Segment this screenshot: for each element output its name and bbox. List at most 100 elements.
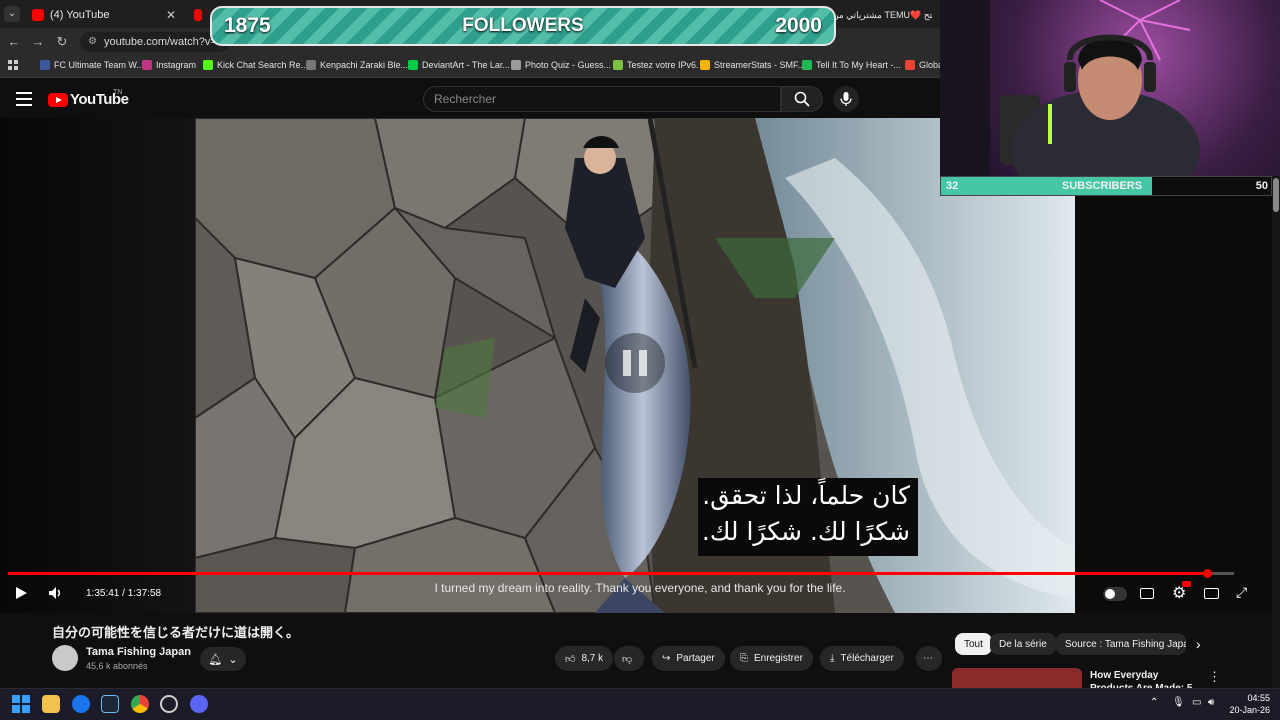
bookmark-label: Instagram xyxy=(156,60,197,70)
play-button[interactable] xyxy=(14,586,28,603)
tray-volume-icon[interactable]: 🔊︎ xyxy=(1208,697,1214,708)
apps-grid-icon[interactable] xyxy=(8,60,18,70)
microphone-icon xyxy=(840,92,852,106)
site-info-icon[interactable]: ⚙ xyxy=(88,36,97,47)
page-scrollbar[interactable] xyxy=(1272,176,1280,688)
followers-goal-overlay: 1875 FOLLOWERS 2000 xyxy=(210,6,836,46)
bookmark-item[interactable]: DeviantArt - The Lar... xyxy=(408,60,510,70)
forward-icon[interactable]: → xyxy=(30,34,46,49)
tray-chevron-up-icon[interactable]: ⌃ xyxy=(1150,697,1158,708)
bookmark-item[interactable]: FC Ultimate Team W... xyxy=(40,60,144,70)
back-icon[interactable]: ← xyxy=(6,34,22,49)
chip-series[interactable]: De la série xyxy=(990,633,1056,655)
chip-source[interactable]: Source : Tama Fishing Japan xyxy=(1056,633,1186,655)
more-actions-button[interactable]: ⋯ xyxy=(916,646,942,671)
bookmark-favicon-icon xyxy=(905,60,915,70)
windows-start-icon[interactable] xyxy=(12,695,30,713)
save-button[interactable]: ⎘ Enregistrer xyxy=(730,646,813,671)
bookmark-favicon-icon xyxy=(511,60,521,70)
tab-youtube-2[interactable] xyxy=(186,4,210,26)
outlook-icon[interactable] xyxy=(72,695,90,713)
autoplay-pause-icon xyxy=(1105,589,1115,599)
bookmark-favicon-icon xyxy=(40,60,50,70)
tab-search-icon[interactable]: ⌄ xyxy=(4,6,20,22)
channel-avatar[interactable] xyxy=(52,645,78,671)
subtitle-arabic-line1: كان حلماً، لذا تحقق. xyxy=(702,481,910,510)
reload-icon[interactable]: ↻ xyxy=(54,34,70,50)
chip-all[interactable]: Tout xyxy=(955,633,992,655)
tab-youtube[interactable]: (4) YouTube ✕ xyxy=(24,4,184,26)
chips-next-icon[interactable]: › xyxy=(1196,636,1201,652)
bookmark-label: FC Ultimate Team W... xyxy=(54,60,144,70)
bookmark-item[interactable]: StreamerStats - SMF... xyxy=(700,60,805,70)
share-button[interactable]: ↪ Partager xyxy=(652,646,725,671)
subtitle-arabic-line2: شكرًا لك. شكرًا لك. xyxy=(701,517,910,546)
tab-label: مشترياتي من TEMU❤️ فتح... xyxy=(832,9,932,20)
page-scrollbar-thumb[interactable] xyxy=(1273,178,1279,212)
webcam-image xyxy=(940,0,1200,176)
chevron-down-icon: ⌄ xyxy=(228,653,238,666)
bookmark-favicon-icon xyxy=(203,60,213,70)
download-icon: ⤓ xyxy=(830,653,835,664)
progress-scrubber-handle[interactable] xyxy=(1203,569,1213,578)
bookmark-item[interactable]: Testez votre IPv6. xyxy=(613,60,699,70)
bookmark-item[interactable]: Instagram xyxy=(142,60,196,70)
clock-date: 20-Jan-26 xyxy=(1229,705,1270,715)
volume-button[interactable] xyxy=(48,586,64,603)
autoplay-toggle[interactable] xyxy=(1103,587,1127,601)
tray-mic-icon[interactable]: 🎙︎ xyxy=(1172,697,1185,708)
chrome-icon[interactable] xyxy=(131,695,149,713)
followers-goal: 2000 xyxy=(775,14,822,37)
followers-current: 1875 xyxy=(224,14,271,37)
fullscreen-icon[interactable]: ⤢ xyxy=(1236,584,1247,601)
steam-icon[interactable] xyxy=(101,695,119,713)
voice-search-button[interactable] xyxy=(833,86,859,112)
share-label: Partager xyxy=(676,653,715,664)
bookmark-label: DeviantArt - The Lar... xyxy=(422,60,510,70)
subscribers-goal-text: 32 SUBSCRIBERS 50 xyxy=(940,176,1272,196)
subtitles-icon[interactable] xyxy=(1140,588,1154,599)
search-placeholder: Rechercher xyxy=(434,92,497,106)
bookmark-favicon-icon xyxy=(700,60,710,70)
search-icon xyxy=(794,91,810,107)
time-display: 1:35:41 / 1:37:58 xyxy=(86,588,162,599)
bookmark-item[interactable]: Tell It To My Heart -... xyxy=(802,60,901,70)
bookmark-favicon-icon xyxy=(613,60,623,70)
subscribers-goal: 50 xyxy=(1255,180,1268,192)
channel-name[interactable]: Tama Fishing Japan xyxy=(86,646,191,658)
like-button[interactable]: 👍︎ 8,7 k xyxy=(555,646,614,671)
notification-bell-button[interactable]: 🔔︎ ⌄ xyxy=(200,647,246,671)
menu-icon[interactable] xyxy=(16,92,32,106)
recommended-more-icon[interactable]: ⋮ xyxy=(1208,669,1221,685)
obs-icon[interactable] xyxy=(160,695,178,713)
download-button[interactable]: ⤓ Télécharger xyxy=(820,646,904,671)
youtube-logo-icon[interactable] xyxy=(48,93,68,107)
recommended-title[interactable]: How Everyday Products Are Made: 5 Incred… xyxy=(1090,669,1200,689)
bookmark-item[interactable]: Globa xyxy=(905,60,943,70)
bookmark-item[interactable]: Photo Quiz - Guess... xyxy=(511,60,611,70)
close-tab-icon[interactable]: ✕ xyxy=(166,8,176,22)
bookmark-favicon-icon xyxy=(802,60,812,70)
region-code: TN xyxy=(113,89,123,96)
search-input[interactable]: Rechercher xyxy=(423,86,781,112)
recommended-thumbnail[interactable] xyxy=(952,668,1082,690)
address-bar[interactable]: ⚙ youtube.com/watch?v=fTk xyxy=(80,32,230,52)
file-explorer-icon[interactable] xyxy=(42,695,60,713)
subscribers-label: SUBSCRIBERS xyxy=(1062,180,1143,192)
bookmark-item[interactable]: Kenpachi Zaraki Ble... xyxy=(306,60,408,70)
discord-icon[interactable] xyxy=(190,695,208,713)
tray-network-icon[interactable]: ▭ xyxy=(1192,697,1201,708)
miniplayer-icon[interactable] xyxy=(1204,588,1219,599)
bookmark-label: Kick Chat Search Re... xyxy=(217,60,309,70)
more-horizontal-icon: ⋯ xyxy=(923,653,933,664)
bookmark-label: Photo Quiz - Guess... xyxy=(525,60,612,70)
settings-gear-icon[interactable]: ⚙ xyxy=(1172,581,1191,603)
followers-label: FOLLOWERS xyxy=(462,15,584,36)
system-clock[interactable]: 04:55 20-Jan-26 xyxy=(1228,692,1270,716)
dislike-button[interactable]: 👎︎ xyxy=(614,646,644,671)
share-icon: ↪ xyxy=(662,653,671,664)
subscribers-current: 32 xyxy=(946,180,959,192)
search-button[interactable] xyxy=(781,86,823,112)
youtube-favicon-icon xyxy=(194,9,202,21)
bookmark-item[interactable]: Kick Chat Search Re... xyxy=(203,60,308,70)
